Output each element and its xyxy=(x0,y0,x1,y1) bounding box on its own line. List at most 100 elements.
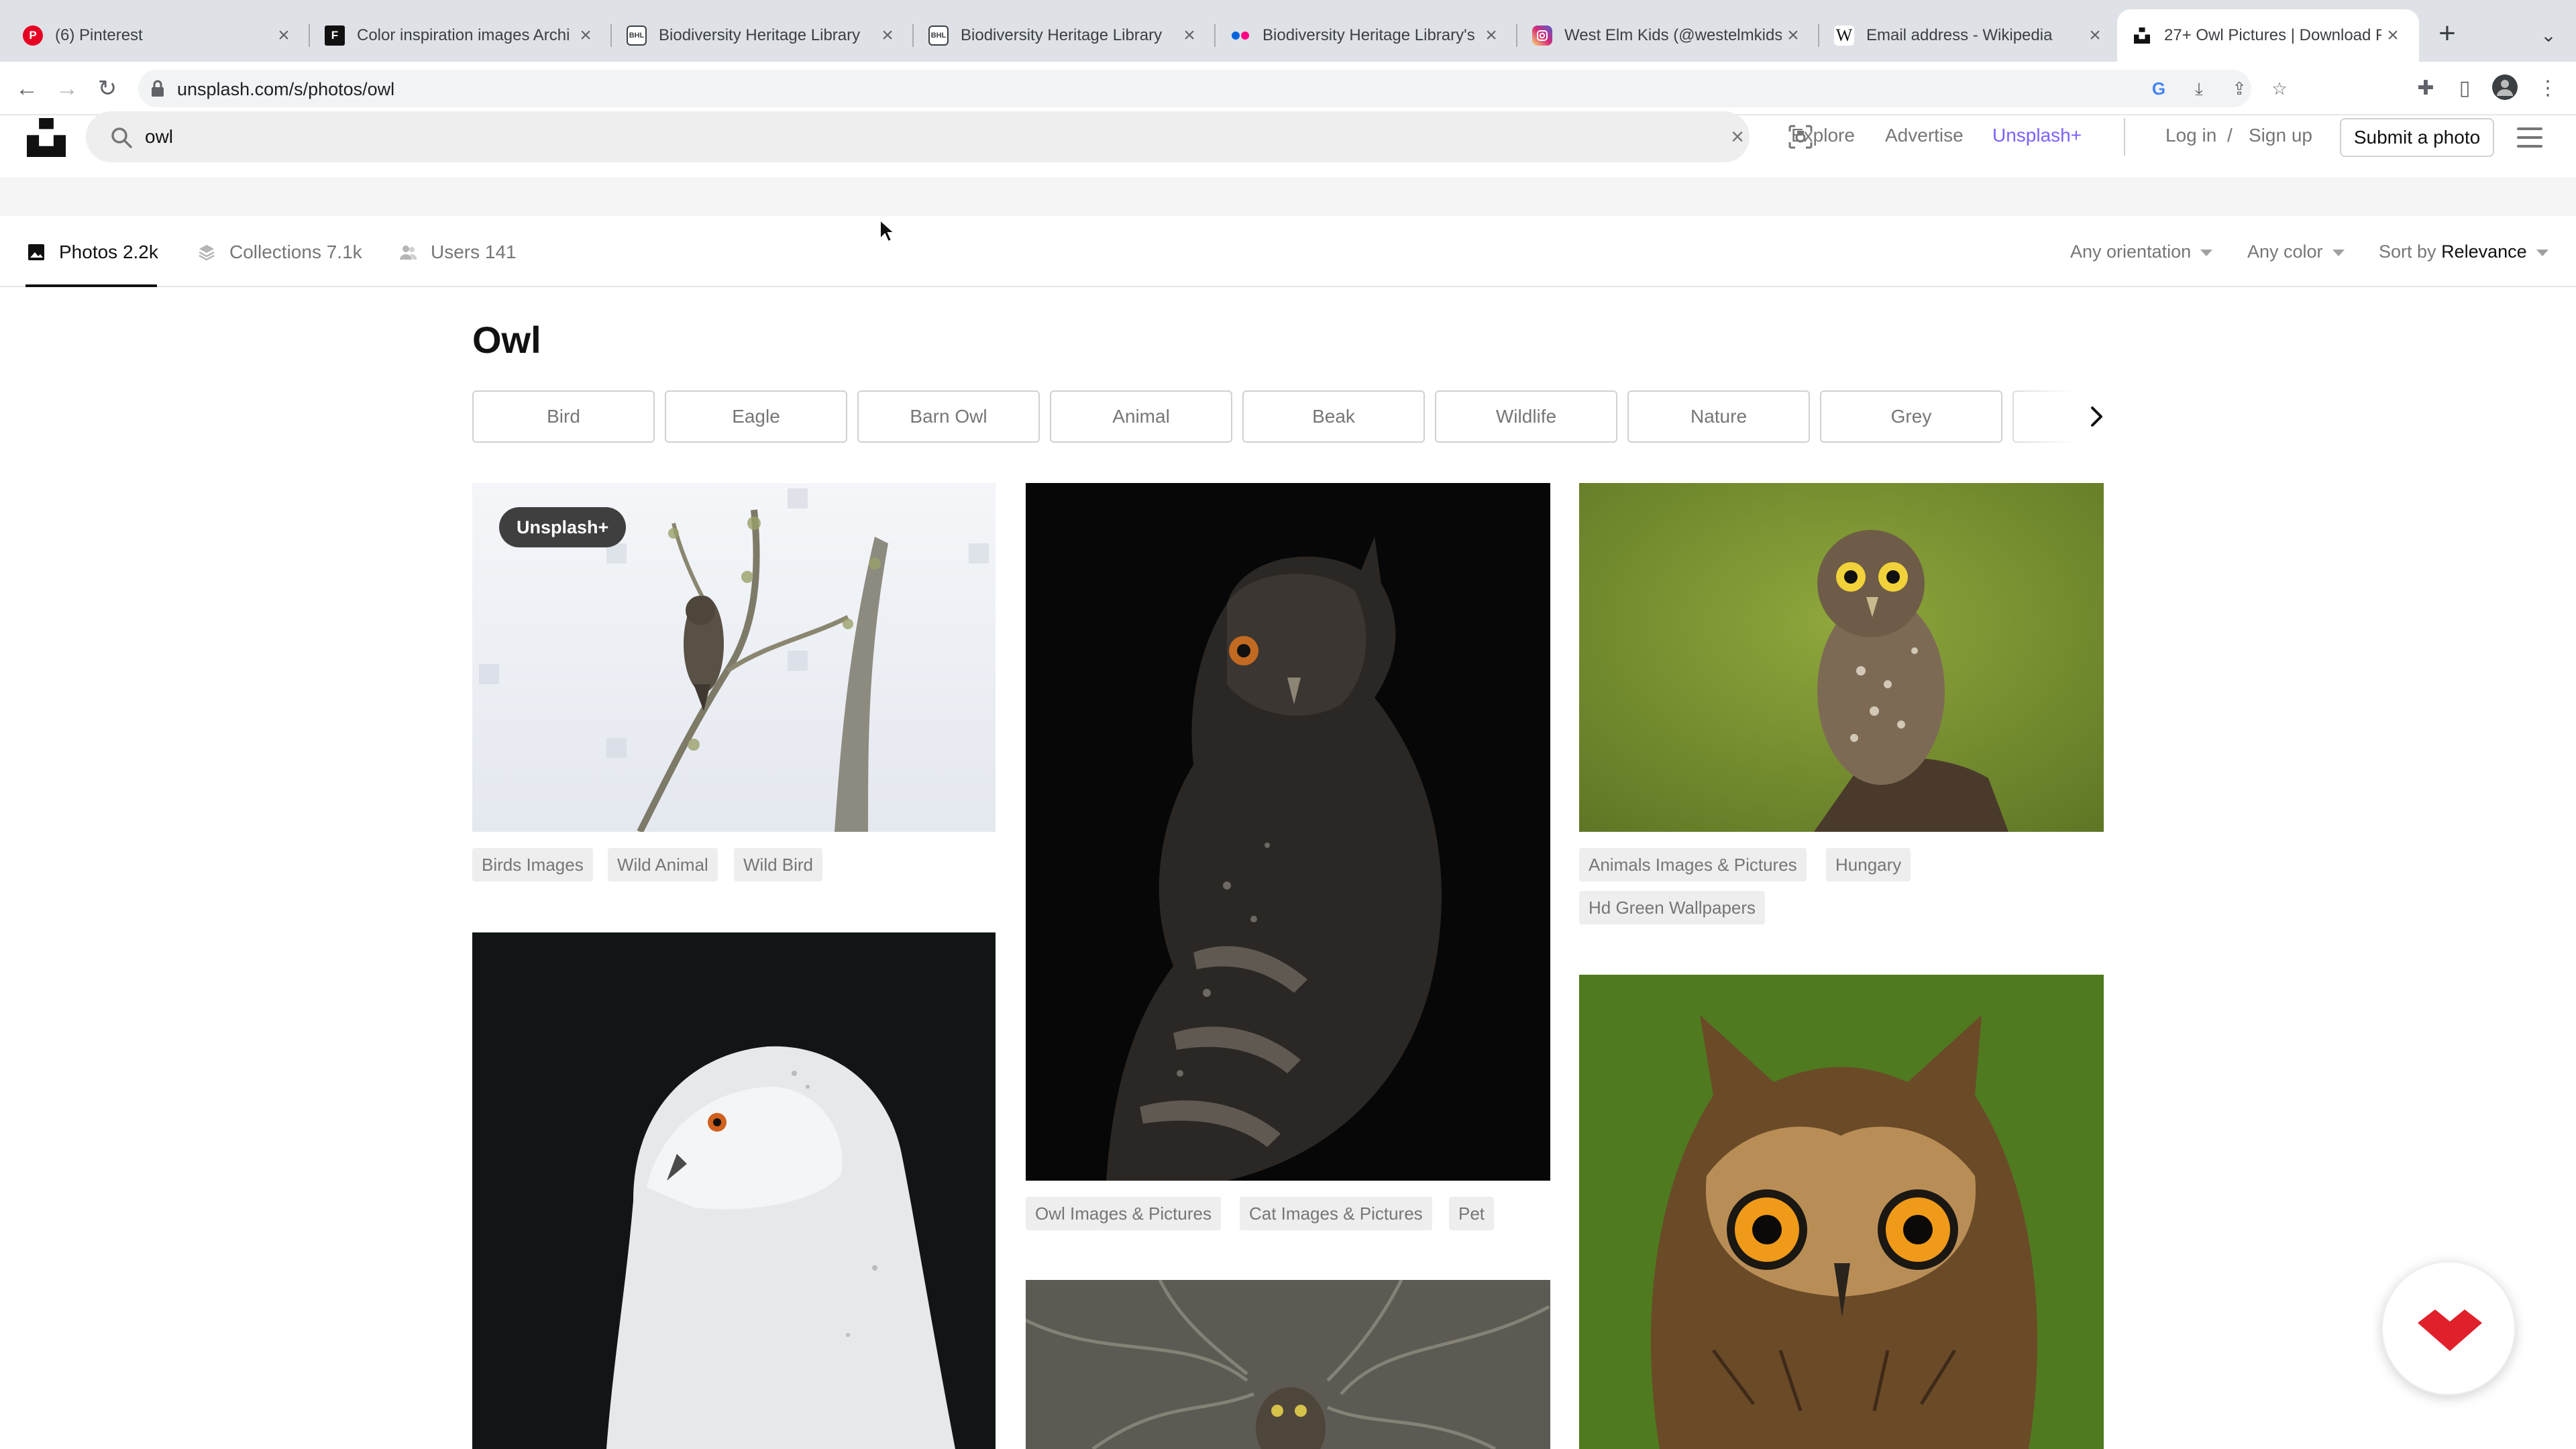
tab-bhl-1[interactable]: BHL Biodiversity Heritage Library × xyxy=(612,9,914,62)
flickr-icon xyxy=(1230,25,1250,46)
close-icon[interactable]: × xyxy=(272,24,295,47)
caret-down-icon xyxy=(2536,249,2548,256)
unsplash-plus-badge: Unsplash+ xyxy=(499,507,627,547)
related-search-chip[interactable]: Bird xyxy=(472,390,655,443)
browser-toolbar: ← → ↻ unsplash.com/s/photos/owl G ⤓ ⇪ ☆ … xyxy=(0,62,2576,115)
photo-snowy-owl[interactable] xyxy=(472,932,996,1449)
clear-search-icon[interactable]: × xyxy=(1721,121,1754,153)
search-input[interactable]: owl xyxy=(145,126,173,148)
tab-title: Email address - Wikipedia xyxy=(1866,26,2053,44)
install-app-icon[interactable]: ⤓ xyxy=(2188,78,2210,99)
url-text: unsplash.com/s/photos/owl xyxy=(177,79,395,99)
bookmark-star-icon[interactable]: ☆ xyxy=(2269,78,2290,99)
tab-title: 27+ Owl Pictures | Download F xyxy=(2164,26,2381,44)
tab-collections[interactable]: Collections 7.1k xyxy=(197,240,362,264)
collections-stack-icon xyxy=(199,245,215,261)
profile-avatar-icon[interactable] xyxy=(2490,74,2520,103)
photo-tag[interactable]: Birds Images xyxy=(472,848,593,881)
photo-scops-owl[interactable] xyxy=(1026,483,1550,1181)
forward-arrow-icon[interactable]: → xyxy=(52,74,82,103)
browser-menu-icon[interactable]: ⋮ xyxy=(2533,74,2563,103)
tab-pinterest[interactable]: P (6) Pinterest × xyxy=(8,9,310,62)
photo-tag[interactable]: Pet xyxy=(1449,1197,1495,1230)
related-search-chip[interactable]: Eagle xyxy=(665,390,847,443)
photo-tag[interactable]: Hd Green Wallpapers xyxy=(1579,891,1766,924)
tab-color-inspiration[interactable]: F Color inspiration images Archi × xyxy=(310,9,612,62)
tab-unsplash-owl[interactable]: 27+ Owl Pictures | Download F × xyxy=(2117,9,2419,62)
search-bar[interactable]: owl × xyxy=(86,111,1813,162)
related-search-chip[interactable]: Animal xyxy=(1050,390,1232,443)
users-icon xyxy=(400,246,417,260)
photo-tag[interactable]: Wild Bird xyxy=(734,848,823,881)
close-icon[interactable]: × xyxy=(574,24,597,47)
photo-icon xyxy=(28,244,44,260)
address-bar[interactable]: unsplash.com/s/photos/owl G ⤓ ⇪ ☆ xyxy=(138,70,2288,107)
photo-tag[interactable]: Cat Images & Pictures xyxy=(1240,1197,1432,1230)
tab-title: West Elm Kids (@westelmkids) xyxy=(1564,26,1782,44)
google-lens-icon[interactable]: G xyxy=(2148,78,2169,99)
photo-tag[interactable]: Owl Images & Pictures xyxy=(1026,1197,1221,1230)
page-title: Owl xyxy=(472,319,541,361)
tab-collections-label: Collections 7.1k xyxy=(229,241,362,262)
hamburger-menu-icon[interactable] xyxy=(2517,127,2544,148)
tab-users[interactable]: Users 141 xyxy=(398,240,517,264)
header-divider xyxy=(2124,118,2125,156)
tab-photos-label: Photos 2.2k xyxy=(59,241,158,262)
close-icon[interactable]: × xyxy=(1480,24,1503,47)
photo-tag[interactable]: Animals Images & Pictures xyxy=(1579,848,1807,881)
close-icon[interactable]: × xyxy=(2381,24,2404,47)
signup-link[interactable]: Sign up xyxy=(2249,125,2312,146)
photo-tag[interactable]: Wild Animal xyxy=(608,848,718,881)
color-filter[interactable]: Any color xyxy=(2247,241,2345,262)
sort-value: Relevance xyxy=(2441,241,2527,262)
tab-photos[interactable]: Photos 2.2k xyxy=(27,240,158,264)
unsplash-logo-icon[interactable] xyxy=(27,118,66,157)
tab-title: Biodiversity Heritage Library's xyxy=(1263,26,1475,44)
related-search-chip[interactable]: Wildlife xyxy=(1435,390,1617,443)
reload-icon[interactable]: ↻ xyxy=(93,74,122,103)
close-icon[interactable]: × xyxy=(1178,24,1201,47)
tab-title: Color inspiration images Archi xyxy=(357,26,570,44)
tab-title: (6) Pinterest xyxy=(55,26,143,44)
sort-filter[interactable]: Sort by Relevance xyxy=(2379,241,2548,262)
nav-advertise-link[interactable]: Advertise xyxy=(1885,125,1964,146)
photo-tag[interactable]: Hungary xyxy=(1826,848,1911,881)
new-tab-button[interactable]: + xyxy=(2428,16,2466,54)
related-search-chip[interactable]: Nature xyxy=(1627,390,1810,443)
login-link[interactable]: Log in xyxy=(2165,125,2216,146)
chevron-down-icon[interactable]: ⌄ xyxy=(2532,19,2565,52)
tab-flickr[interactable]: Biodiversity Heritage Library's × xyxy=(1216,9,1517,62)
side-panel-icon[interactable]: ▯ xyxy=(2450,74,2479,103)
photo-eagle-owl[interactable] xyxy=(1579,975,2104,1449)
announcement-band xyxy=(0,177,2576,216)
tab-wikipedia[interactable]: W Email address - Wikipedia × xyxy=(1819,9,2121,62)
tab-users-label: Users 141 xyxy=(431,241,517,262)
nav-explore-link[interactable]: Explore xyxy=(1791,125,1855,146)
extensions-puzzle-icon[interactable]: ✚ xyxy=(2411,74,2440,103)
close-icon[interactable]: × xyxy=(2084,24,2106,47)
photo-little-owl[interactable] xyxy=(1579,483,2104,832)
nav-unsplash-plus-link[interactable]: Unsplash+ xyxy=(1992,125,2082,146)
chevron-right-icon[interactable] xyxy=(2082,402,2110,431)
tab-strip: P (6) Pinterest × F Color inspiration im… xyxy=(0,0,2576,62)
auth-separator: / xyxy=(2227,125,2233,146)
fab-icon: F xyxy=(325,25,345,46)
search-icon xyxy=(111,127,132,148)
related-search-chip[interactable]: Grey xyxy=(1820,390,2002,443)
related-search-chip[interactable]: Barn Owl xyxy=(857,390,1040,443)
submit-photo-button[interactable]: Submit a photo xyxy=(2340,118,2494,157)
color-filter-label: Any color xyxy=(2247,241,2323,262)
tab-instagram[interactable]: West Elm Kids (@westelmkids) × xyxy=(1517,9,1819,62)
photo-owl-branches[interactable] xyxy=(1026,1280,1550,1449)
pinterest-icon: P xyxy=(23,25,43,46)
related-search-chip[interactable]: Beak xyxy=(1242,390,1425,443)
orientation-filter[interactable]: Any orientation xyxy=(2070,241,2213,262)
tab-bhl-2[interactable]: BHL Biodiversity Heritage Library × xyxy=(914,9,1216,62)
back-arrow-icon[interactable]: ← xyxy=(12,74,42,103)
instagram-icon xyxy=(1532,25,1552,46)
bhl-icon: BHL xyxy=(928,25,949,46)
share-icon[interactable]: ⇪ xyxy=(2229,78,2250,99)
close-icon[interactable]: × xyxy=(876,24,899,47)
floating-action-button[interactable] xyxy=(2381,1261,2516,1395)
close-icon[interactable]: × xyxy=(1782,24,1805,47)
